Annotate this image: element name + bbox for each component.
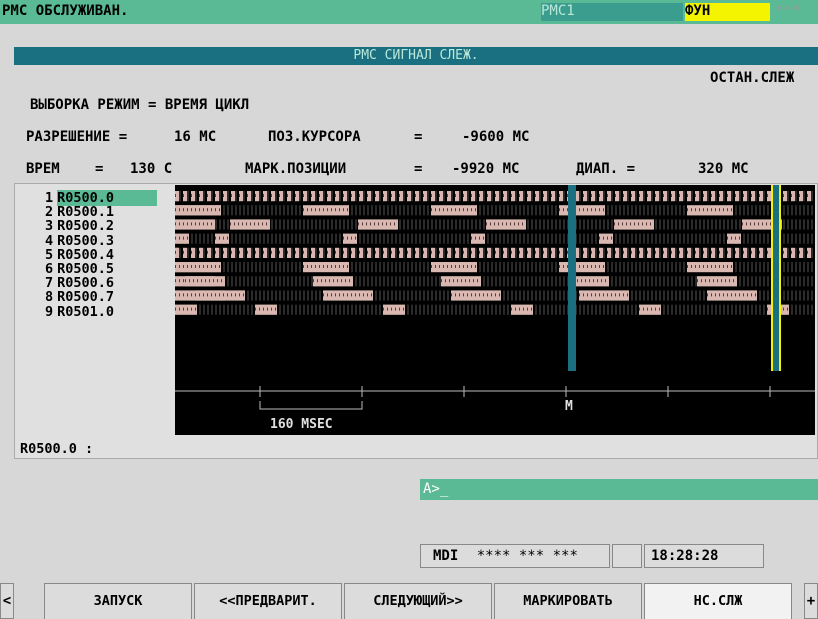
mark-pos-label: МАРК.ПОЗИЦИИ bbox=[245, 161, 347, 177]
alarm-indicator: *** bbox=[775, 3, 801, 19]
time-eq: = bbox=[95, 161, 104, 177]
sampling-mode: ВЫБОРКА РЕЖИМ = ВРЕМЯ ЦИКЛ bbox=[30, 97, 250, 113]
status-box: MDI **** *** *** bbox=[420, 544, 610, 568]
signal-high bbox=[383, 304, 405, 315]
trace-state: ОСТАН.СЛЕЖ bbox=[710, 70, 795, 86]
mark-pos-value: -9920 МС bbox=[452, 161, 520, 177]
softkey-mark[interactable]: МАРКИРОВАТЬ bbox=[494, 583, 642, 619]
time-label: ВРЕМ bbox=[26, 161, 60, 177]
trace-graph[interactable]: 160 MSEC M bbox=[175, 185, 815, 435]
command-prompt: A>_ bbox=[423, 481, 449, 497]
page-header: РМС СИГНАЛ СЛЕЖ. bbox=[14, 47, 818, 65]
cursor-pos-value: -9600 МС bbox=[462, 129, 530, 145]
top-status-bar: РМС ОБСЛУЖИВАН. РМС1 ФУН *** bbox=[0, 0, 818, 24]
signal-high bbox=[559, 205, 605, 216]
command-line[interactable]: A>_ bbox=[420, 479, 818, 500]
softkey-next[interactable]: СЛЕДУЮЩИЙ>> bbox=[344, 583, 492, 619]
clock: 18:28:28 bbox=[644, 544, 764, 568]
scale-label: 160 MSEC bbox=[270, 417, 333, 432]
signal-high bbox=[471, 233, 485, 244]
signal-high bbox=[727, 233, 741, 244]
range-label: ДИАП. = bbox=[576, 161, 636, 177]
softkey-trace-setting[interactable]: НС.СЛЖ bbox=[644, 583, 792, 619]
signal-high bbox=[175, 233, 189, 244]
softkey-left-arrow[interactable]: < bbox=[0, 583, 14, 619]
selected-signal: R0500.0 : bbox=[20, 441, 94, 457]
softkey-right-arrow[interactable]: + bbox=[804, 583, 818, 619]
cursor-line bbox=[568, 185, 576, 371]
softkey-start[interactable]: ЗАПУСК bbox=[44, 583, 192, 619]
mark-pos-eq: = bbox=[414, 161, 423, 177]
signal-high bbox=[303, 205, 349, 216]
mark-label: M bbox=[565, 399, 573, 414]
signal-high bbox=[175, 304, 197, 315]
resolution-label: РАЗРЕШЕНИЕ = bbox=[26, 129, 128, 145]
cursor-pos-eq: = bbox=[414, 129, 423, 145]
signal-high bbox=[175, 262, 221, 273]
signal-high bbox=[687, 205, 733, 216]
function-indicator: ФУН bbox=[685, 3, 770, 21]
status-blank bbox=[612, 544, 642, 568]
signal-high bbox=[303, 262, 349, 273]
signal-high bbox=[431, 205, 477, 216]
range-value: 320 МС bbox=[698, 161, 749, 177]
channel-address: R0501.0 bbox=[57, 303, 115, 320]
channel-label[interactable]: 9 R0501.0 bbox=[45, 304, 114, 320]
signal-high bbox=[431, 262, 477, 273]
signal-high bbox=[255, 304, 277, 315]
status-stars: **** *** *** bbox=[476, 548, 578, 564]
signal-high bbox=[511, 304, 533, 315]
plc-status: РМС1 bbox=[541, 3, 683, 21]
signal-high bbox=[559, 262, 605, 273]
mode-indicator: MDI bbox=[433, 548, 459, 564]
softkey-previous[interactable]: <<ПРЕДВАРИТ. bbox=[194, 583, 342, 619]
channel-number: 9 bbox=[45, 303, 54, 320]
cursor-pos-label: ПОЗ.КУРСОРА bbox=[268, 129, 361, 145]
signal-high bbox=[343, 233, 357, 244]
signal-high bbox=[687, 262, 733, 273]
signal-high bbox=[599, 233, 613, 244]
signal-high bbox=[215, 233, 229, 244]
time-value: 130 С bbox=[130, 161, 173, 177]
signal-high bbox=[175, 205, 221, 216]
signal-high bbox=[639, 304, 661, 315]
resolution-value: 16 МС bbox=[174, 129, 217, 145]
screen-title: РМС ОБСЛУЖИВАН. bbox=[2, 3, 129, 19]
